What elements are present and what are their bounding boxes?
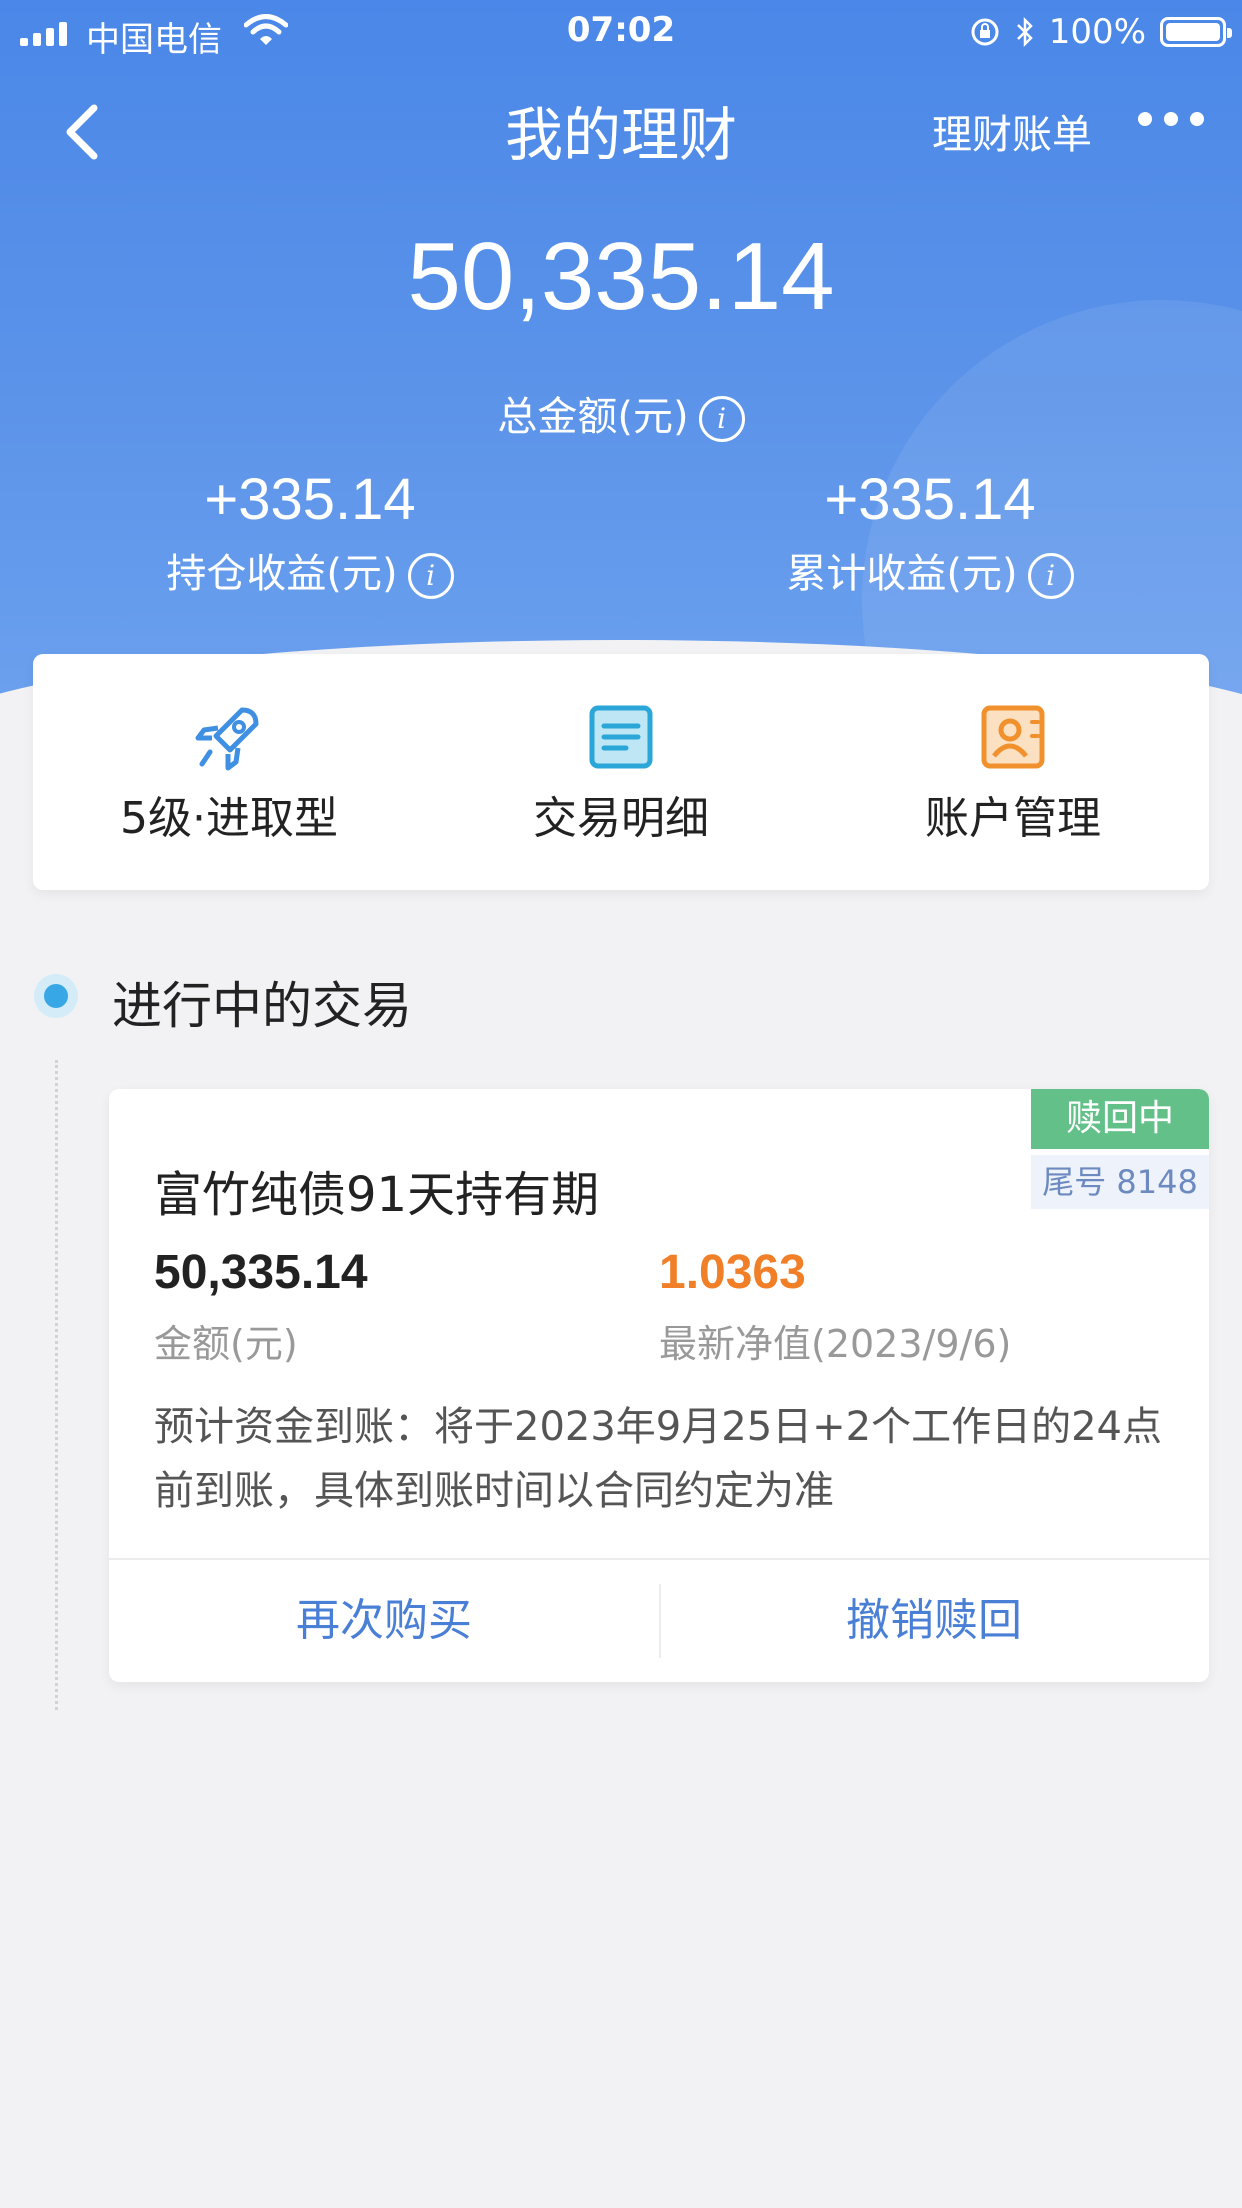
cumulative-profit: +335.14 累计收益(元) i [620, 466, 1240, 599]
product-name: 富竹纯债91天持有期 [154, 1167, 600, 1223]
risk-level-label: 5级·进取型 [120, 793, 338, 844]
transaction-details-button[interactable]: 交易明细 [425, 654, 817, 890]
section-dot-icon [34, 974, 78, 1018]
total-amount-label-text: 总金额(元) [497, 394, 689, 440]
battery-percent: 100% [1048, 12, 1146, 52]
status-badge: 赎回中 [1031, 1089, 1209, 1149]
holding-profit-label: 持仓收益(元) i [0, 541, 620, 599]
cumulative-profit-label: 累计收益(元) i [620, 541, 1240, 599]
buy-again-button[interactable]: 再次购买 [109, 1560, 659, 1682]
more-icon[interactable] [1138, 112, 1204, 126]
rotation-lock-icon [971, 18, 999, 46]
transaction-details-label: 交易明细 [533, 793, 709, 844]
cumulative-profit-label-text: 累计收益(元) [786, 551, 1018, 597]
contact-card-icon [981, 705, 1045, 769]
timeline-line [55, 1060, 58, 1710]
amount-value: 50,335.14 [154, 1246, 368, 1299]
nav-value: 1.0363 [659, 1246, 806, 1299]
arrival-note: 预计资金到账：将于2023年9月25日+2个工作日的24点前到账，具体到账时间以… [154, 1404, 1163, 1514]
wealth-bill-link[interactable]: 理财账单 [932, 102, 1092, 160]
info-icon[interactable]: i [1027, 553, 1074, 599]
risk-level-button[interactable]: 5级·进取型 [33, 654, 425, 890]
account-management-button[interactable]: 账户管理 [817, 654, 1209, 890]
info-icon[interactable]: i [407, 553, 454, 599]
holding-profit-value: +335.14 [204, 467, 416, 532]
info-icon[interactable]: i [698, 396, 745, 442]
nav-label: 最新净值(2023/9/6) [659, 1322, 1012, 1366]
section-title: 进行中的交易 [112, 977, 412, 1035]
total-amount: 50,335.14 [407, 223, 835, 330]
status-bar: 中国电信 07:02 100% [0, 0, 1242, 62]
account-management-label: 账户管理 [925, 793, 1101, 844]
battery-icon [1160, 17, 1232, 47]
bluetooth-icon [1016, 16, 1033, 48]
document-icon [589, 705, 653, 769]
cumulative-profit-value: +335.14 [824, 467, 1036, 532]
amount-label: 金额(元) [154, 1322, 298, 1366]
holding-profit-label-text: 持仓收益(元) [166, 551, 398, 597]
quick-actions-card: 5级·进取型 交易明细 账户管理 [33, 654, 1209, 890]
rocket-icon [195, 707, 259, 771]
tail-number-badge: 尾号 8148 [1031, 1155, 1209, 1209]
holding-profit: +335.14 持仓收益(元) i [0, 466, 620, 599]
cancel-redeem-button[interactable]: 撤销赎回 [659, 1560, 1209, 1682]
transaction-card[interactable]: 赎回中 尾号 8148 富竹纯债91天持有期 50,335.14 金额(元) 1… [109, 1089, 1209, 1682]
total-amount-label: 总金额(元) i [0, 384, 1242, 442]
